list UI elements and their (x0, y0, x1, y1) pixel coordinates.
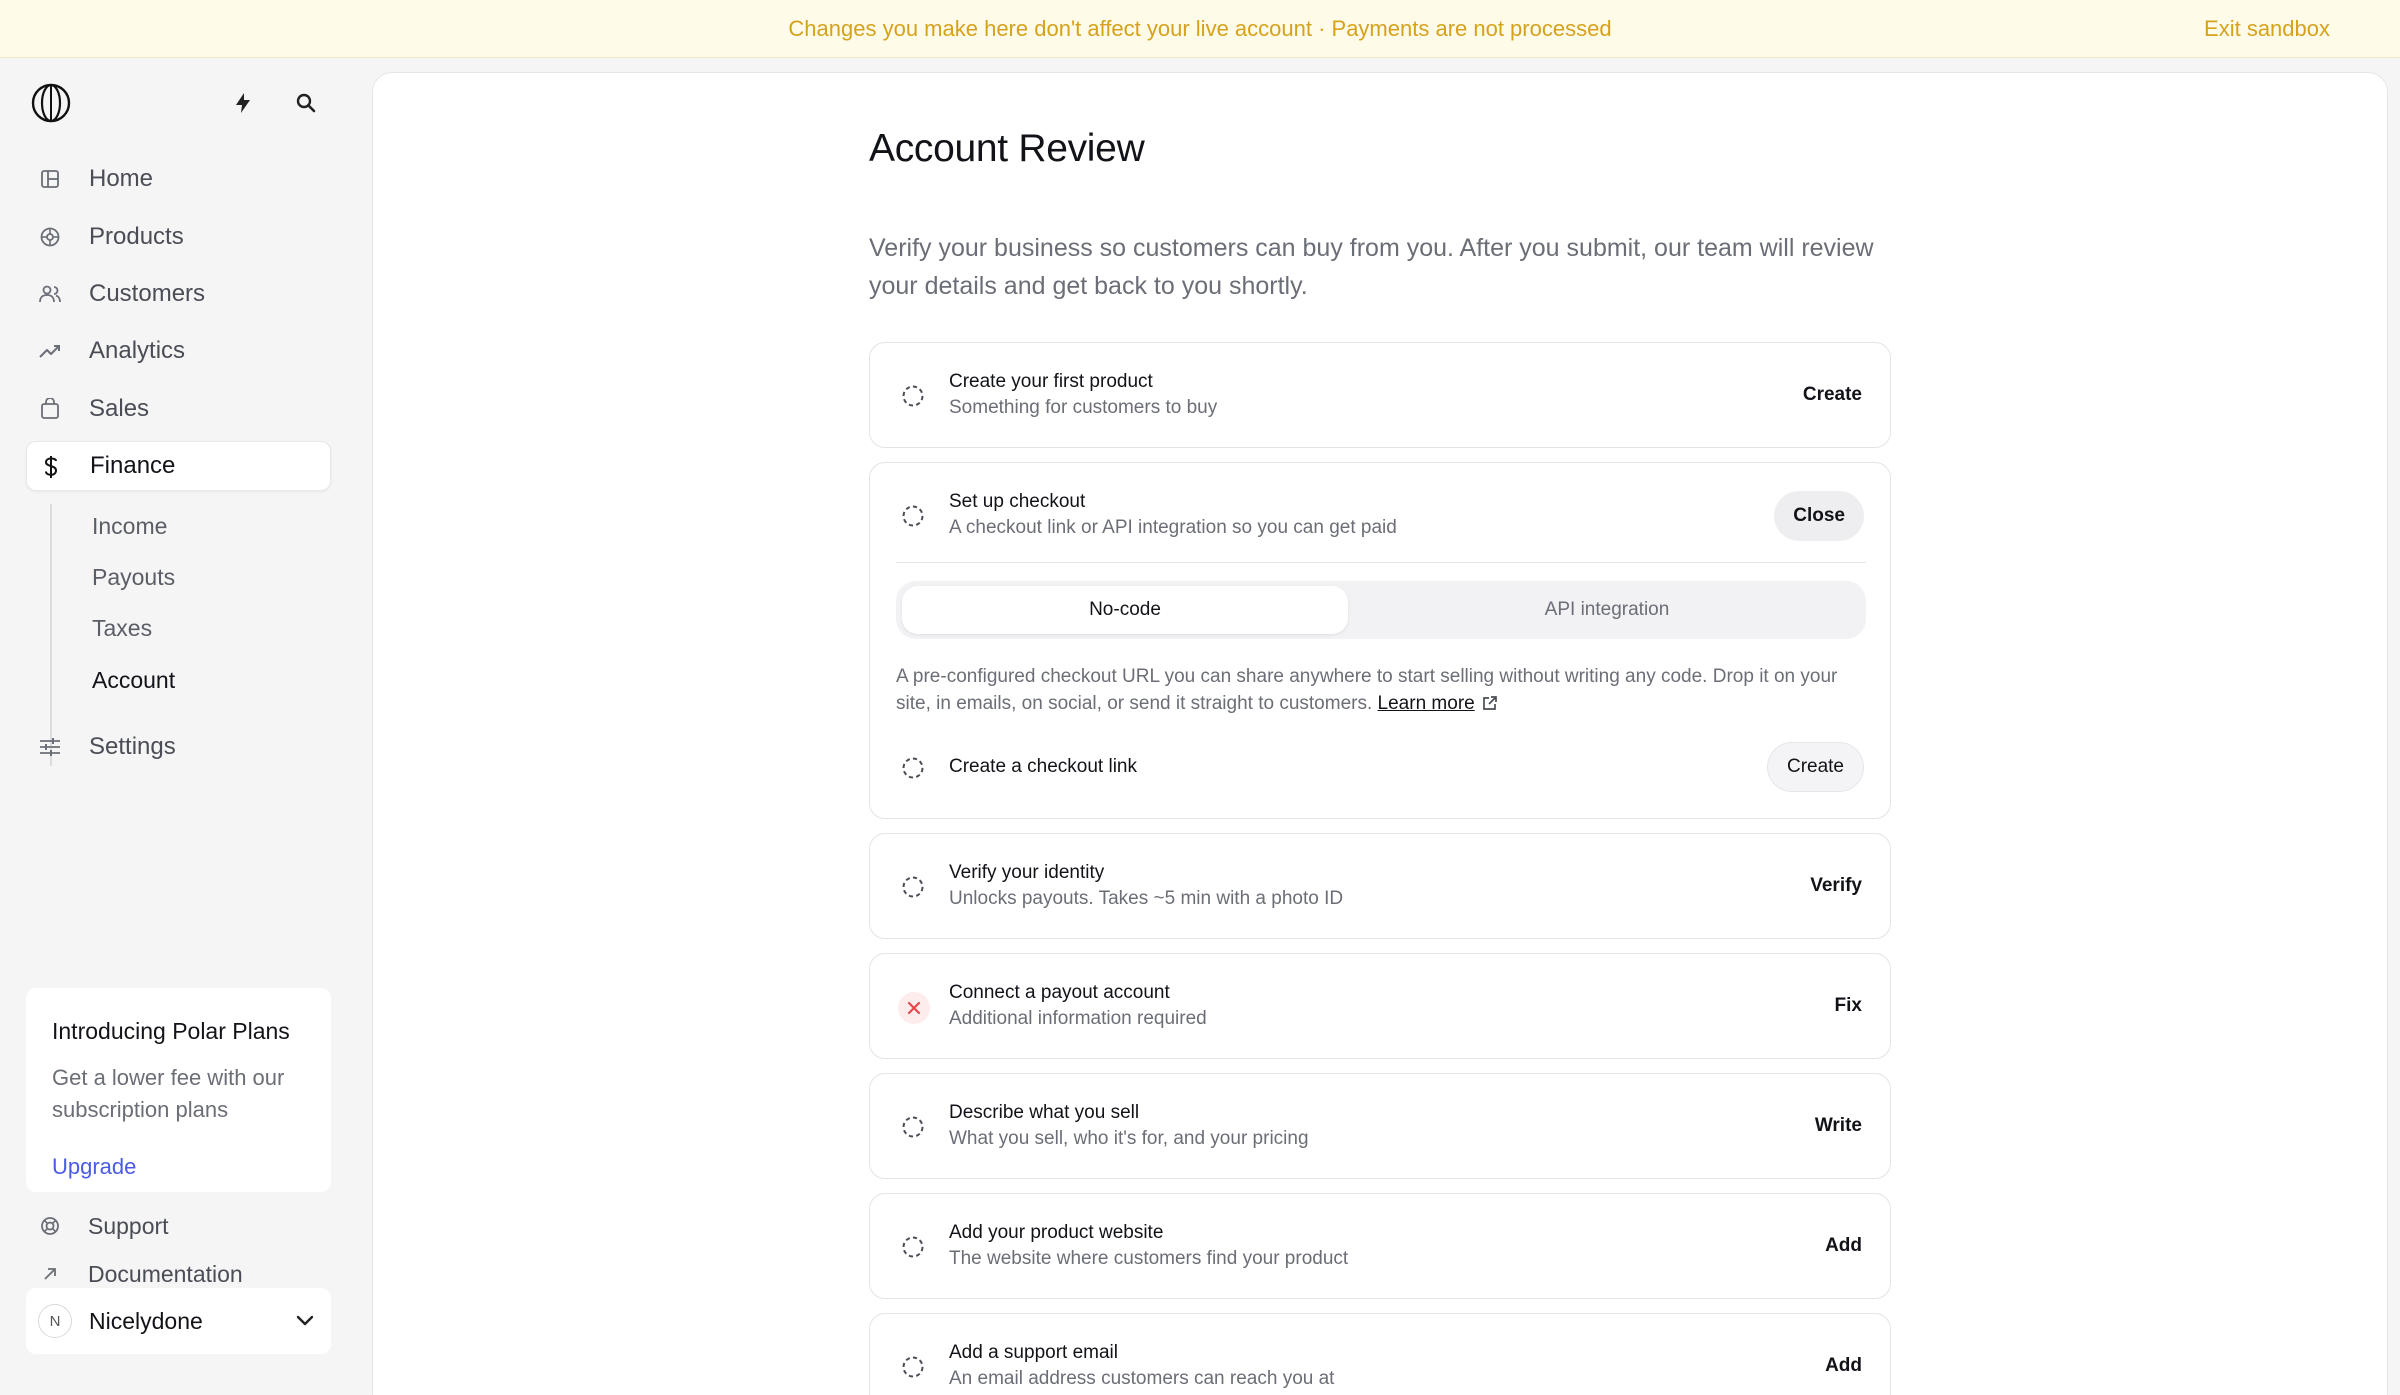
tab-no-code[interactable]: No-code (902, 586, 1348, 634)
promo-card: Introducing Polar Plans Get a lower fee … (26, 988, 331, 1192)
step-title: Connect a payout account (949, 982, 1170, 1003)
step-title: Add a support email (949, 1342, 1118, 1363)
tab-api-integration[interactable]: API integration (1354, 586, 1860, 634)
verify-identity-button[interactable]: Verify (1810, 875, 1862, 897)
write-description-button[interactable]: Write (1815, 1115, 1862, 1137)
pending-circle-icon (902, 505, 924, 527)
documentation-label: Documentation (88, 1260, 243, 1287)
sidebar-item-analytics[interactable]: Analytics (26, 326, 331, 376)
close-checkout-button[interactable]: Close (1774, 491, 1864, 541)
substep-title: Create a checkout link (949, 756, 1137, 777)
sandbox-banner: Changes you make here don't affect your … (0, 0, 2400, 58)
step-subtitle: What you sell, who it's for, and your pr… (949, 1128, 1309, 1149)
chevron-down-icon (296, 1315, 314, 1326)
divider (896, 562, 1866, 563)
sidebar-item-products[interactable]: Products (26, 212, 331, 262)
step-card-website: Add your product website The website whe… (869, 1193, 1891, 1299)
promo-title: Introducing Polar Plans (52, 1018, 290, 1044)
step-card-support-email: Add a support email An email address cus… (869, 1313, 1891, 1395)
add-support-email-button[interactable]: Add (1825, 1355, 1862, 1377)
documentation-link[interactable]: Documentation (38, 1259, 243, 1289)
step-subtitle: Unlocks payouts. Takes ~5 min with a pho… (949, 888, 1344, 909)
avatar: N (38, 1304, 72, 1338)
step-title: Add your product website (949, 1222, 1164, 1243)
step-card-describe: Describe what you sell What you sell, wh… (869, 1073, 1891, 1179)
user-menu[interactable]: N Nicelydone (26, 1288, 331, 1354)
pending-circle-icon (902, 385, 924, 407)
support-label: Support (88, 1212, 169, 1239)
error-x-icon (898, 992, 930, 1024)
step-card-setup-checkout: Set up checkout A checkout link or API i… (869, 462, 1891, 819)
external-link-icon (1482, 696, 1497, 710)
step-card-create-product: Create your first product Something for … (869, 342, 1891, 448)
pending-circle-icon (902, 876, 924, 898)
fix-payout-button[interactable]: Fix (1835, 995, 1862, 1017)
learn-more-link[interactable]: Learn more (1378, 693, 1475, 714)
checkout-description: A pre-configured checkout URL you can sh… (896, 663, 1866, 717)
subnav-item-account[interactable]: Account (92, 667, 175, 694)
pending-circle-icon (902, 757, 924, 779)
subnav-item-income[interactable]: Income (92, 513, 167, 540)
customers-icon (38, 282, 62, 306)
exit-sandbox-link[interactable]: Exit sandbox (2204, 16, 2330, 42)
add-website-button[interactable]: Add (1825, 1235, 1862, 1257)
search-icon[interactable] (291, 88, 321, 118)
sidebar-item-sales[interactable]: Sales (26, 384, 331, 434)
lightning-icon[interactable] (228, 88, 258, 118)
sales-icon (38, 397, 62, 421)
home-icon (38, 167, 62, 191)
polar-logo-icon[interactable] (30, 82, 72, 124)
support-icon (38, 1214, 62, 1238)
step-title: Create your first product (949, 371, 1153, 392)
promo-text: Get a lower fee with our subscription pl… (52, 1065, 285, 1122)
step-subtitle: A checkout link or API integration so yo… (949, 517, 1397, 538)
pending-circle-icon (902, 1116, 924, 1138)
user-name: Nicelydone (89, 1308, 203, 1334)
step-card-verify-identity: Verify your identity Unlocks payouts. Ta… (869, 833, 1891, 939)
products-icon (38, 225, 62, 249)
step-subtitle: Something for customers to buy (949, 397, 1218, 418)
subnav-item-taxes[interactable]: Taxes (92, 615, 152, 642)
support-link[interactable]: Support (38, 1211, 169, 1241)
sidebar-item-label: Finance (90, 452, 176, 479)
step-title: Set up checkout (949, 491, 1086, 512)
arrow-up-right-icon (38, 1262, 62, 1286)
pending-circle-icon (902, 1356, 924, 1378)
main-panel: Account Review Verify your business so c… (372, 72, 2388, 1395)
step-card-payout-account: Connect a payout account Additional info… (869, 953, 1891, 1059)
step-title: Verify your identity (949, 862, 1105, 883)
page-title: Account Review (869, 127, 1145, 170)
upgrade-link[interactable]: Upgrade (52, 1154, 136, 1180)
sidebar-item-label: Settings (89, 733, 176, 760)
step-subtitle: Additional information required (949, 1008, 1207, 1029)
step-subtitle: The website where customers find your pr… (949, 1248, 1349, 1269)
sidebar: Home Products Customers Analytics Sales … (0, 58, 370, 1395)
sandbox-banner-text: Changes you make here don't affect your … (788, 15, 1612, 41)
step-title: Describe what you sell (949, 1102, 1140, 1123)
sidebar-item-label: Products (89, 223, 184, 250)
sidebar-item-customers[interactable]: Customers (26, 269, 331, 319)
sidebar-item-settings[interactable]: Settings (26, 722, 331, 772)
page-description: Verify your business so customers can bu… (869, 234, 1874, 300)
checkout-description-text: A pre-configured checkout URL you can sh… (896, 666, 1838, 714)
subnav-item-payouts[interactable]: Payouts (92, 564, 175, 591)
checkout-mode-toggle: No-code API integration (896, 581, 1866, 639)
sidebar-item-finance[interactable]: Finance (26, 441, 331, 491)
sidebar-item-home[interactable]: Home (26, 154, 331, 204)
analytics-icon (38, 339, 62, 363)
sidebar-item-label: Sales (89, 395, 150, 422)
sidebar-item-label: Home (89, 165, 154, 192)
create-checkout-link-button[interactable]: Create (1766, 742, 1864, 792)
dollar-icon (39, 455, 63, 479)
step-subtitle: An email address customers can reach you… (949, 1368, 1335, 1389)
sidebar-item-label: Analytics (89, 337, 186, 364)
pending-circle-icon (902, 1236, 924, 1258)
sidebar-item-label: Customers (89, 280, 206, 307)
create-product-button[interactable]: Create (1803, 384, 1862, 406)
settings-sliders-icon (38, 735, 62, 759)
